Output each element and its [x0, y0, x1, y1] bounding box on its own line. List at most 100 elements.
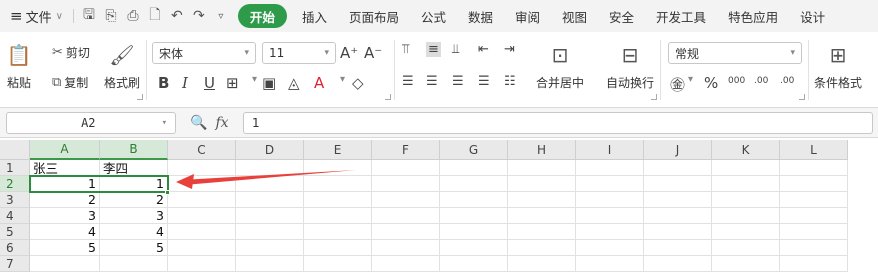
cell-i5[interactable] [576, 224, 644, 240]
column-header-l[interactable]: L [780, 140, 848, 160]
align-bottom-icon[interactable]: ⫫ [452, 42, 459, 57]
cell-k4[interactable] [712, 208, 780, 224]
cell-f2[interactable] [372, 176, 440, 192]
row-header-2[interactable]: 2 [0, 176, 30, 192]
cell-g7[interactable] [440, 256, 508, 272]
cell-e2[interactable] [304, 176, 372, 192]
distributed-icon[interactable]: ☷ [504, 74, 516, 89]
cell-c6[interactable] [168, 240, 236, 256]
font-name-select[interactable]: 宋体 ▾ [152, 42, 256, 64]
cell-l2[interactable] [780, 176, 848, 192]
cell-e5[interactable] [304, 224, 372, 240]
cell-h2[interactable] [508, 176, 576, 192]
conditional-format-button[interactable]: ⊞ 条件格式 [814, 42, 862, 91]
cell-l3[interactable] [780, 192, 848, 208]
cell-d3[interactable] [236, 192, 304, 208]
tab-view[interactable]: 视图 [551, 4, 598, 28]
cell-a2[interactable]: 1 [30, 176, 100, 192]
cell-i7[interactable] [576, 256, 644, 272]
export-icon[interactable]: ⎘ [100, 5, 122, 27]
wrap-text-button[interactable]: ⊟ 自动换行 [606, 42, 654, 91]
cell-j6[interactable] [644, 240, 712, 256]
alignment-group-launcher[interactable] [651, 94, 657, 100]
underline-icon[interactable]: U [204, 74, 215, 92]
tab-security[interactable]: 安全 [598, 4, 645, 28]
column-header-a[interactable]: A [30, 140, 100, 160]
decrease-font-size-icon[interactable]: A⁻ [364, 44, 382, 62]
column-header-c[interactable]: C [168, 140, 236, 160]
tab-developer[interactable]: 开发工具 [645, 4, 717, 28]
cell-i4[interactable] [576, 208, 644, 224]
cell-k1[interactable] [712, 160, 780, 176]
cell-d5[interactable] [236, 224, 304, 240]
number-format-select[interactable]: 常规 ▾ [668, 42, 802, 64]
number-group-launcher[interactable] [799, 94, 805, 100]
cell-i2[interactable] [576, 176, 644, 192]
cell-j3[interactable] [644, 192, 712, 208]
cell-g1[interactable] [440, 160, 508, 176]
cell-e3[interactable] [304, 192, 372, 208]
fill-merge-icon[interactable]: ▣ [262, 74, 276, 92]
cell-b3[interactable]: 2 [100, 192, 168, 208]
tab-insert[interactable]: 插入 [291, 4, 338, 28]
fill-color-icon[interactable]: ◬ [288, 74, 300, 92]
column-header-k[interactable]: K [712, 140, 780, 160]
cell-k3[interactable] [712, 192, 780, 208]
column-header-e[interactable]: E [304, 140, 372, 160]
cell-l6[interactable] [780, 240, 848, 256]
formula-input[interactable]: 1 [243, 112, 873, 134]
cell-h4[interactable] [508, 208, 576, 224]
cell-h3[interactable] [508, 192, 576, 208]
cell-b1[interactable]: 李四 [100, 160, 168, 176]
currency-icon[interactable]: ㊎ [670, 74, 685, 95]
cell-a1[interactable]: 张三 [30, 160, 100, 176]
chevron-down-icon[interactable]: ▾ [252, 74, 257, 85]
cell-l7[interactable] [780, 256, 848, 272]
align-top-icon[interactable]: ⫪ [402, 42, 409, 57]
cut-button[interactable]: ✂ 剪切 [52, 44, 90, 61]
font-size-select[interactable]: 11 ▾ [262, 42, 336, 64]
row-header-7[interactable]: 7 [0, 256, 30, 272]
cell-d1[interactable] [236, 160, 304, 176]
border-icon[interactable]: ⊞ [226, 74, 239, 92]
cell-f7[interactable] [372, 256, 440, 272]
row-header-1[interactable]: 1 [0, 160, 30, 176]
copy-button[interactable]: ⧉ 复制 [52, 74, 88, 91]
cell-e7[interactable] [304, 256, 372, 272]
fill-handle[interactable] [165, 190, 170, 195]
cell-a3[interactable]: 2 [30, 192, 100, 208]
clear-format-icon[interactable]: ◇ [352, 74, 364, 92]
column-header-g[interactable]: G [440, 140, 508, 160]
cell-a6[interactable]: 5 [30, 240, 100, 256]
bold-icon[interactable]: B [158, 74, 169, 92]
cell-l5[interactable] [780, 224, 848, 240]
cell-b4[interactable]: 3 [100, 208, 168, 224]
chevron-down-icon[interactable]: ▾ [688, 74, 693, 85]
align-center-icon[interactable]: ☰ [426, 74, 438, 89]
redo-icon[interactable]: ↷ [188, 5, 210, 27]
file-menu[interactable]: ≡ 文件 ∨ [0, 0, 69, 32]
print-icon[interactable]: ⎙ [122, 5, 144, 27]
clipboard-group-launcher[interactable] [137, 94, 143, 100]
font-group-launcher[interactable] [385, 94, 391, 100]
cell-b2[interactable]: 1 [100, 176, 168, 192]
decrease-indent-icon[interactable]: ⇤ [478, 42, 489, 57]
row-header-6[interactable]: 6 [0, 240, 30, 256]
cell-f4[interactable] [372, 208, 440, 224]
cell-c4[interactable] [168, 208, 236, 224]
cell-d6[interactable] [236, 240, 304, 256]
cell-j5[interactable] [644, 224, 712, 240]
align-middle-icon[interactable]: ≡ [426, 42, 441, 57]
column-header-b[interactable]: B [100, 140, 168, 160]
justify-icon[interactable]: ☰ [478, 74, 490, 89]
cell-k5[interactable] [712, 224, 780, 240]
cell-g6[interactable] [440, 240, 508, 256]
name-box[interactable]: A2 ▾ [6, 112, 176, 134]
cell-j1[interactable] [644, 160, 712, 176]
format-painter-button[interactable]: 🖌 格式刷 [104, 42, 140, 91]
cell-d4[interactable] [236, 208, 304, 224]
cell-j2[interactable] [644, 176, 712, 192]
increase-decimal-button[interactable]: .00 [754, 76, 768, 86]
cell-b7[interactable] [100, 256, 168, 272]
cell-g2[interactable] [440, 176, 508, 192]
